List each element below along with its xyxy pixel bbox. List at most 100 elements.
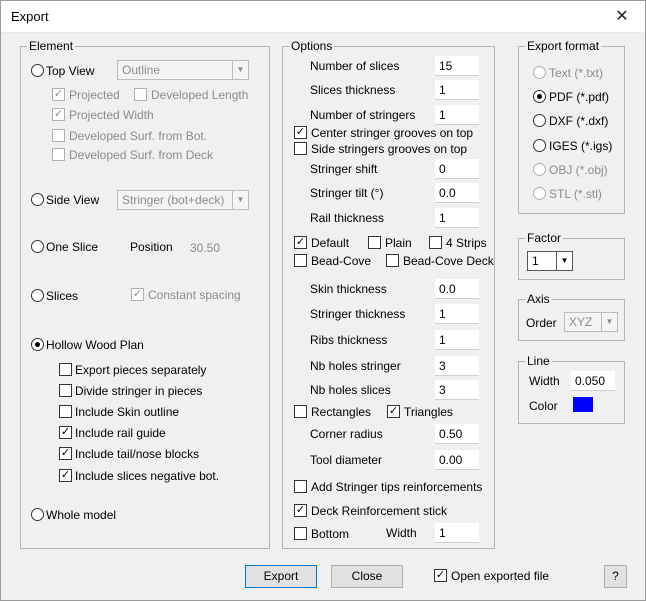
include-tail-nose-checkbox[interactable]: ✓ — [59, 447, 72, 460]
bead-cove-deck-checkbox[interactable] — [386, 254, 399, 267]
bottom-checkbox[interactable] — [294, 527, 307, 540]
ribs-thickness-input[interactable]: 1 — [435, 330, 479, 350]
format-stl-label: STL (*.stl) — [549, 187, 602, 201]
corner-radius-input[interactable]: 0.50 — [435, 424, 479, 444]
side-view-combo[interactable]: Stringer (bot+deck) ▼ — [117, 190, 249, 210]
bead-cove-checkbox[interactable] — [294, 254, 307, 267]
deck-reinforcement-checkbox[interactable]: ✓ — [294, 504, 307, 517]
include-rail-guide-label: Include rail guide — [75, 426, 166, 440]
default-checkbox[interactable]: ✓ — [294, 236, 307, 249]
hollow-wood-plan-radio[interactable] — [31, 338, 44, 351]
chevron-down-icon: ▼ — [556, 252, 572, 270]
order-label: Order — [526, 316, 557, 330]
factor-combo-value: 1 — [532, 254, 539, 268]
nb-holes-stringer-input[interactable]: 3 — [435, 356, 479, 376]
four-strips-checkbox[interactable] — [429, 236, 442, 249]
line-color-swatch[interactable] — [573, 397, 593, 412]
format-stl-radio[interactable] — [533, 187, 546, 200]
include-skin-outline-checkbox[interactable] — [59, 405, 72, 418]
export-pieces-checkbox[interactable] — [59, 363, 72, 376]
tool-diameter-input[interactable]: 0.00 — [435, 450, 479, 470]
projected-checkbox[interactable]: ✓ — [52, 88, 65, 101]
dev-surf-deck-checkbox[interactable] — [52, 148, 65, 161]
order-combo-value: XYZ — [569, 315, 593, 329]
skin-thickness-label: Skin thickness — [310, 282, 387, 296]
rectangles-label: Rectangles — [311, 405, 372, 419]
skin-thickness-input[interactable]: 0.0 — [435, 279, 479, 299]
side-grooves-checkbox[interactable] — [294, 142, 307, 155]
order-combo[interactable]: XYZ ▼ — [564, 312, 618, 332]
projected-width-checkbox[interactable]: ✓ — [52, 108, 65, 121]
include-tail-nose-label: Include tail/nose blocks — [75, 447, 200, 461]
format-igs-radio[interactable] — [533, 139, 546, 152]
projected-label: Projected — [69, 88, 120, 102]
one-slice-radio[interactable] — [31, 240, 44, 253]
line-width-label: Width — [529, 374, 560, 388]
divide-stringer-checkbox[interactable] — [59, 384, 72, 397]
whole-model-radio[interactable] — [31, 508, 44, 521]
projected-width-label: Projected Width — [69, 108, 154, 122]
bottom-label: Bottom — [311, 527, 350, 541]
bead-cove-deck-label: Bead-Cove Deck — [403, 254, 494, 268]
slices-thickness-input[interactable]: 1 — [435, 80, 479, 100]
stringer-thickness-input[interactable]: 1 — [435, 304, 479, 324]
format-pdf-radio[interactable] — [533, 90, 546, 103]
one-slice-label: One Slice — [46, 240, 99, 254]
factor-combo[interactable]: 1 ▼ — [527, 251, 573, 271]
top-view-radio[interactable] — [31, 64, 44, 77]
num-slices-input[interactable]: 15 — [435, 56, 479, 76]
num-slices-label: Number of slices — [310, 59, 400, 73]
open-exported-checkbox[interactable]: ✓ — [434, 569, 447, 582]
tool-diameter-label: Tool diameter — [310, 453, 383, 467]
line-width-input[interactable]: 0.050 — [571, 371, 615, 391]
format-dxf-radio[interactable] — [533, 114, 546, 127]
close-button[interactable]: Close — [331, 565, 403, 588]
element-group: Element Top View Outline ▼ ✓ Projected D… — [20, 39, 270, 549]
stringer-tilt-input[interactable]: 0.0 — [435, 183, 479, 203]
export-format-group-title: Export format — [525, 39, 602, 53]
whole-model-label: Whole model — [46, 508, 117, 522]
side-view-radio[interactable] — [31, 193, 44, 206]
plain-checkbox[interactable] — [368, 236, 381, 249]
format-obj-radio[interactable] — [533, 163, 546, 176]
help-button[interactable]: ? — [604, 565, 627, 588]
center-grooves-checkbox[interactable]: ✓ — [294, 126, 307, 139]
export-button[interactable]: Export — [245, 565, 317, 588]
format-txt-radio[interactable] — [533, 66, 546, 79]
developed-length-checkbox[interactable] — [134, 88, 147, 101]
rail-thickness-input[interactable]: 1 — [435, 208, 479, 228]
bead-cove-label: Bead-Cove — [311, 254, 372, 268]
nb-holes-slices-input[interactable]: 3 — [435, 380, 479, 400]
window-title: Export — [11, 9, 49, 24]
axis-group-title: Axis — [525, 292, 552, 306]
options-group-title: Options — [289, 39, 335, 53]
position-label: Position — [130, 240, 173, 254]
num-stringers-input[interactable]: 1 — [435, 105, 479, 125]
triangles-checkbox[interactable]: ✓ — [387, 405, 400, 418]
slices-radio[interactable] — [31, 289, 44, 302]
slices-label: Slices — [46, 289, 79, 303]
dev-surf-bot-checkbox[interactable] — [52, 129, 65, 142]
corner-radius-label: Corner radius — [310, 427, 383, 441]
top-view-combo[interactable]: Outline ▼ — [117, 60, 249, 80]
side-grooves-label: Side stringers grooves on top — [311, 142, 468, 156]
width-input[interactable]: 1 — [435, 523, 479, 543]
nb-holes-stringer-label: Nb holes stringer — [310, 359, 401, 373]
include-rail-guide-checkbox[interactable]: ✓ — [59, 426, 72, 439]
line-color-label: Color — [529, 399, 558, 413]
stringer-shift-input[interactable]: 0 — [435, 159, 479, 179]
title-bar: Export ✕ — [1, 1, 645, 33]
constant-spacing-checkbox[interactable]: ✓ — [131, 288, 144, 301]
factor-group: Factor 1 ▼ — [518, 231, 625, 280]
width-label: Width — [386, 526, 417, 540]
tips-reinforcements-checkbox[interactable] — [294, 480, 307, 493]
close-window-icon[interactable]: ✕ — [599, 1, 645, 33]
rail-thickness-label: Rail thickness — [310, 211, 385, 225]
include-slices-negative-checkbox[interactable]: ✓ — [59, 469, 72, 482]
axis-group: Axis Order XYZ ▼ — [518, 292, 625, 341]
top-view-label: Top View — [46, 64, 95, 78]
rectangles-checkbox[interactable] — [294, 405, 307, 418]
dev-surf-deck-label: Developed Surf. from Deck — [69, 148, 214, 162]
factor-group-title: Factor — [525, 231, 564, 245]
developed-length-label: Developed Length — [151, 88, 249, 102]
